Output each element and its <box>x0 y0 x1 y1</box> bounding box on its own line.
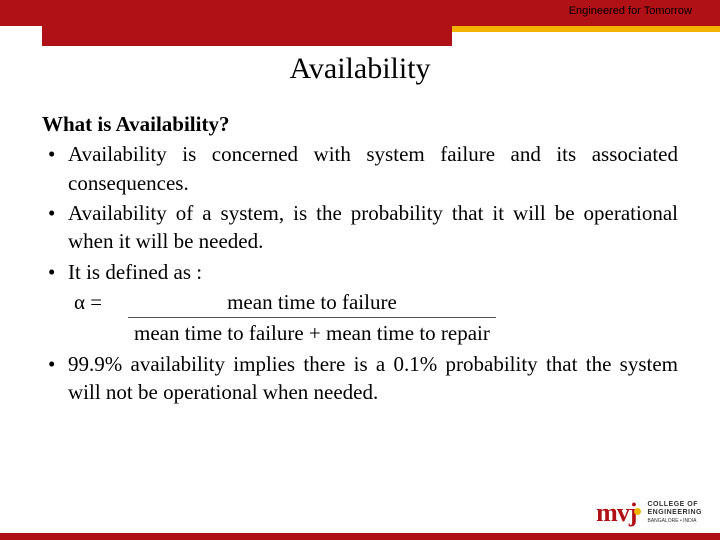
content-area: What is Availability? Availability is co… <box>42 110 678 408</box>
logo-text: COLLEGE OF ENGINEERING BANGALORE • INDIA <box>647 501 702 525</box>
formula-numerator: mean time to failure <box>128 288 496 317</box>
logo-wordmark: mvj <box>596 498 636 527</box>
header-accent-block <box>42 18 452 46</box>
footer-bar <box>0 533 720 540</box>
formula-lhs: α = <box>68 288 128 316</box>
formula-fraction: mean time to failure mean time to failur… <box>128 288 496 348</box>
header-accent-strip <box>452 26 720 32</box>
logo-mark: mvj <box>596 498 641 528</box>
formula-denominator: mean time to failure + mean time to repa… <box>128 318 496 347</box>
sub-heading: What is Availability? <box>42 110 678 138</box>
tagline: Engineered for Tomorrow <box>569 5 692 17</box>
footer-logo: mvj COLLEGE OF ENGINEERING BANGALORE • I… <box>596 498 702 528</box>
page-title: Availability <box>0 52 720 86</box>
logo-line-1: COLLEGE OF <box>647 501 698 508</box>
list-item: 99.9% availability implies there is a 0.… <box>42 350 678 407</box>
bullet-list-continued: 99.9% availability implies there is a 0.… <box>42 350 678 407</box>
list-item: It is defined as : <box>42 258 678 286</box>
logo-line-2: ENGINEERING <box>647 509 702 516</box>
list-item: Availability of a system, is the probabi… <box>42 199 678 256</box>
logo-dot-icon <box>634 508 641 515</box>
list-item: Availability is concerned with system fa… <box>42 140 678 197</box>
logo-subtext: BANGALORE • INDIA <box>647 518 696 524</box>
formula-block: α = mean time to failure mean time to fa… <box>42 288 678 348</box>
bullet-list: Availability is concerned with system fa… <box>42 140 678 286</box>
